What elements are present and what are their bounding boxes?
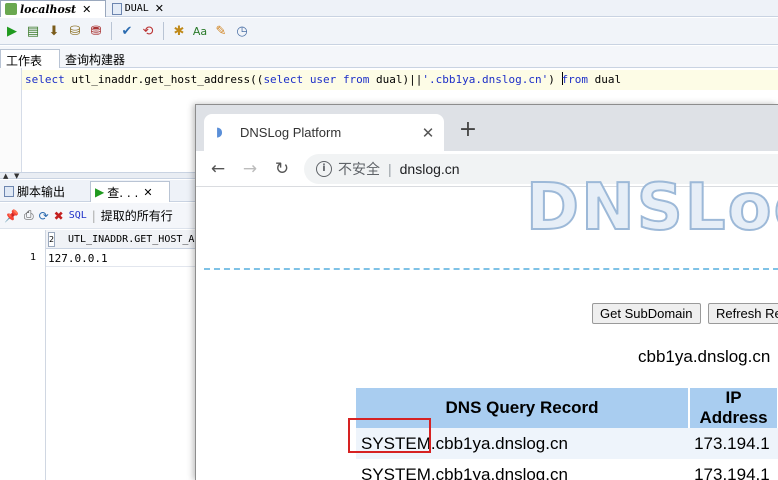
- back-arrow-icon[interactable]: ←: [202, 159, 234, 179]
- browser-tab-title: DNSLog Platform: [240, 125, 342, 140]
- subdomain-display: cbb1ya.dnslog.cn: [638, 347, 771, 366]
- sql-keyword: select: [25, 73, 65, 86]
- close-icon[interactable]: ✕: [143, 186, 152, 199]
- dashed-divider: [204, 268, 778, 270]
- ip-cell: 173.194.1: [689, 428, 778, 459]
- browser-tab-dnslog[interactable]: ◗ DNSLog Platform ✕: [204, 114, 444, 151]
- run-script-icon[interactable]: ▤: [24, 22, 42, 40]
- sql-keyword: from: [342, 73, 370, 86]
- sql-button[interactable]: SQL: [69, 210, 87, 221]
- collapse-down-icon[interactable]: ▼: [14, 172, 19, 180]
- toolbar-separator: |: [91, 208, 96, 223]
- browser-window: ◗ DNSLog Platform ✕ + ← → ↻ i 不安全 | dnsl…: [195, 104, 778, 480]
- column-header[interactable]: UTL_INADDR.GET_HOST_ADDRESS: [46, 230, 196, 249]
- forward-arrow-icon[interactable]: →: [234, 159, 266, 179]
- column-index-badge: 2: [48, 232, 55, 247]
- dnslog-page: DNSLog Get SubDomain Refresh Record cbb1…: [196, 170, 778, 480]
- sql-keyword: user: [309, 73, 337, 86]
- dns-record-cell: SYSTEM.cbb1ya.dnslog.cn: [356, 459, 690, 480]
- info-icon[interactable]: i: [316, 160, 332, 177]
- tab-worksheet[interactable]: 工作表: [0, 49, 60, 68]
- doc-tab-label: DUAL: [124, 3, 149, 14]
- sql-statement[interactable]: select utl_inaddr.get_host_address((sele…: [25, 72, 621, 86]
- tab-label: 查. . .: [107, 185, 139, 200]
- clear-icon[interactable]: ✎: [212, 22, 230, 40]
- editor-gutter: [0, 68, 22, 172]
- reload-icon[interactable]: ↻: [266, 159, 298, 179]
- sql-text: dual)||: [369, 73, 423, 86]
- address-separator: |: [388, 160, 392, 177]
- collapse-up-icon[interactable]: ▲: [3, 172, 8, 180]
- not-secure-label[interactable]: 不安全: [338, 159, 380, 179]
- pin-icon[interactable]: 📌: [4, 209, 19, 223]
- doc-tab-localhost[interactable]: localhost ✕: [0, 0, 106, 17]
- worksheet-tab-bar: 工作表 查询构建器: [0, 46, 778, 68]
- script-output-icon: [4, 186, 14, 197]
- commit-icon[interactable]: ⬇: [45, 22, 63, 40]
- cancel-icon[interactable]: ✖: [54, 209, 64, 223]
- toolbar-separator: [163, 22, 164, 40]
- rollback-db-icon[interactable]: ⟲: [139, 22, 157, 40]
- run-statement-icon[interactable]: ▶: [3, 22, 21, 40]
- connection-icon: [5, 3, 17, 15]
- sql-keyword: rom: [568, 73, 589, 86]
- refresh-record-button[interactable]: Refresh Record: [708, 303, 778, 324]
- row-number: 1: [30, 252, 37, 263]
- tab-label: 脚本输出: [17, 185, 66, 199]
- grid-cell[interactable]: 127.0.0.1: [46, 249, 196, 267]
- url-text[interactable]: dnslog.cn: [400, 161, 460, 177]
- history-icon[interactable]: ◷: [233, 22, 251, 40]
- refresh-icon[interactable]: ⟳: [39, 209, 49, 223]
- doc-tab-label: localhost: [20, 2, 77, 16]
- new-tab-button[interactable]: +: [454, 117, 482, 145]
- table-row: SYSTEM.cbb1ya.dnslog.cn 173.194.1: [356, 459, 778, 480]
- ip-cell: 173.194.1: [689, 459, 778, 480]
- row-header-column: [0, 230, 46, 480]
- document-tab-bar: localhost ✕ DUAL ✕: [0, 0, 778, 17]
- doc-tab-dual[interactable]: DUAL ✕: [108, 0, 168, 17]
- get-subdomain-button[interactable]: Get SubDomain: [592, 303, 701, 324]
- table-icon: [112, 2, 122, 15]
- tab-query-builder[interactable]: 查询构建器: [60, 49, 140, 68]
- close-icon[interactable]: ✕: [82, 3, 91, 16]
- sql-keyword: select: [263, 73, 304, 86]
- print-icon[interactable]: ⎙: [24, 208, 34, 223]
- tab-script-output[interactable]: 脚本输出: [0, 181, 88, 202]
- close-icon[interactable]: ✕: [155, 2, 164, 15]
- autotrace-icon[interactable]: ⛃: [87, 22, 105, 40]
- toolbar-separator: [111, 22, 112, 40]
- header-ip-address: IP Address: [689, 388, 778, 428]
- sql-text: utl_inaddr.get_host_address((: [64, 73, 264, 86]
- run-icon: ▶: [95, 185, 105, 199]
- fetched-rows-status: 提取的所有行: [100, 209, 173, 223]
- dnslog-favicon-icon: ◗: [216, 124, 223, 140]
- tab-query-result[interactable]: ▶ 查. . . ✕: [90, 181, 170, 202]
- worksheet-toolbar: ▶ ▤ ⬇ ⛁ ⛃ ✔ ⟲ ✱ Aa ✎ ◷: [0, 18, 778, 45]
- explain-plan-icon[interactable]: ⛁: [66, 22, 84, 40]
- commit-db-icon[interactable]: ✔: [118, 22, 136, 40]
- annotation-highlight-box: [348, 418, 431, 453]
- sql-text: dual: [588, 73, 622, 86]
- sql-text: ): [548, 73, 562, 86]
- dnslog-logo: DNSLog: [525, 170, 778, 246]
- browser-tab-strip: ◗ DNSLog Platform ✕ +: [196, 105, 778, 151]
- sql-string: '.cbb1ya.dnslog.cn': [422, 73, 549, 86]
- close-tab-icon[interactable]: ✕: [418, 124, 438, 142]
- sql-tuning-icon[interactable]: ✱: [170, 22, 188, 40]
- format-icon[interactable]: Aa: [191, 22, 209, 40]
